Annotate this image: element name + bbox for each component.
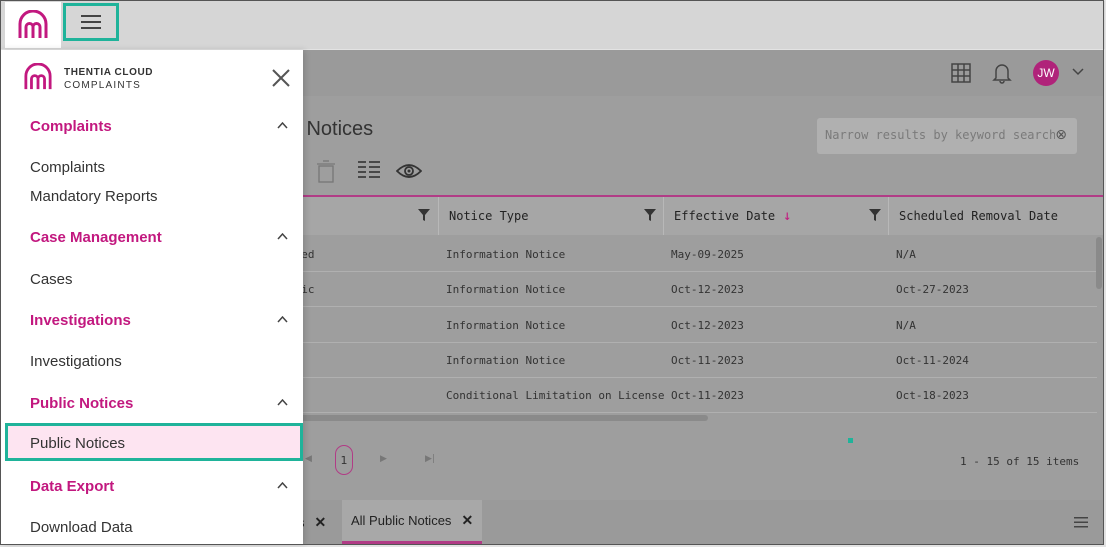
brand-product: COMPLAINTS <box>64 80 142 91</box>
clear-search-icon[interactable]: ⊗ <box>1055 127 1067 143</box>
close-tab-icon[interactable]: ✕ <box>461 512 473 529</box>
table-row[interactable]: Information Notice Oct-12-2023 N/A <box>212 308 1097 343</box>
cell-notice-type: Information Notice <box>446 283 566 296</box>
chevron-up-icon[interactable] <box>277 316 288 323</box>
table-row[interactable]: Information Notice Oct-11-2023 Oct-11-20… <box>212 343 1097 378</box>
column-label: Effective Date <box>674 209 776 223</box>
column-header-notice-type[interactable]: Notice Type <box>438 197 663 235</box>
column-label: Scheduled Removal Date <box>899 209 1058 223</box>
cell-removal-date: Oct-18-2023 <box>896 389 969 402</box>
thentia-logo-icon <box>18 10 48 38</box>
nav-item-complaints[interactable]: Complaints <box>30 159 105 176</box>
close-tab-icon[interactable]: ✕ <box>315 514 327 531</box>
brand-name: THENTIA CLOUD <box>64 67 154 78</box>
prev-page-icon[interactable]: ◀ <box>305 454 312 464</box>
chevron-up-icon[interactable] <box>277 399 288 406</box>
top-bar <box>1 1 1105 49</box>
app-logo[interactable] <box>5 2 61 48</box>
bottom-tab-bar: s ✕ All Public Notices ✕ <box>212 500 1104 545</box>
nav-item-label: Public Notices <box>30 435 126 452</box>
cell-effective-date: Oct-12-2023 <box>671 319 744 332</box>
chevron-up-icon[interactable] <box>277 482 288 489</box>
nav-item-mandatory-reports[interactable]: Mandatory Reports <box>30 188 158 205</box>
search-input[interactable]: Narrow results by keyword search ⊗ <box>817 118 1077 154</box>
columns-icon[interactable] <box>358 160 380 180</box>
cell-notice-type: Information Notice <box>446 354 566 367</box>
trash-icon[interactable] <box>316 160 336 184</box>
nav-item-cases[interactable]: Cases <box>30 271 73 288</box>
thentia-logo-icon <box>24 63 52 90</box>
cell-notice-type: Conditional Limitation on License <box>446 389 665 402</box>
column-header-effective-date[interactable]: Effective Date ↓ <box>663 197 888 235</box>
tab-menu-icon[interactable] <box>1074 516 1088 528</box>
pager-info: 1 - 15 of 15 items <box>960 455 1080 468</box>
cell-removal-date: N/A <box>896 319 916 332</box>
page-button[interactable]: 1 <box>335 445 353 475</box>
search-placeholder: Narrow results by keyword search <box>825 128 1055 142</box>
cell-effective-date: May-09-2025 <box>671 248 744 261</box>
bell-icon[interactable] <box>992 62 1012 84</box>
nav-item-download-data[interactable]: Download Data <box>30 519 133 536</box>
cell-removal-date: Oct-11-2024 <box>896 354 969 367</box>
close-icon[interactable] <box>271 68 291 88</box>
filter-icon[interactable] <box>418 208 430 222</box>
filter-icon[interactable] <box>869 208 881 222</box>
nav-item-public-notices[interactable]: Public Notices <box>5 423 303 461</box>
column-header-removal-date[interactable]: Scheduled Removal Date <box>888 197 1104 235</box>
nav-section-data-export[interactable]: Data Export <box>30 478 114 495</box>
next-page-icon[interactable]: ▶ <box>380 454 387 464</box>
table-row[interactable]: Conditional Limitation on License Oct-11… <box>212 378 1097 413</box>
tab-all-public-notices[interactable]: All Public Notices ✕ <box>342 500 483 545</box>
table-row[interactable]: ised Information Notice May-09-2025 N/A <box>212 237 1097 272</box>
nav-section-complaints[interactable]: Complaints <box>30 118 112 135</box>
eye-icon[interactable] <box>396 162 422 180</box>
hamburger-menu-button[interactable] <box>63 3 119 41</box>
last-page-icon[interactable]: ▶| <box>425 454 435 464</box>
navigation-drawer: THENTIA CLOUD COMPLAINTS Complaints Comp… <box>1 50 303 545</box>
sort-desc-icon[interactable]: ↓ <box>783 208 791 224</box>
nav-section-case-management[interactable]: Case Management <box>30 229 162 246</box>
nav-section-public-notices[interactable]: Public Notices <box>30 395 133 412</box>
cell-effective-date: Oct-11-2023 <box>671 389 744 402</box>
cell-effective-date: Oct-11-2023 <box>671 354 744 367</box>
nav-section-investigations[interactable]: Investigations <box>30 312 131 329</box>
tab-label: All Public Notices <box>351 513 452 528</box>
grid-icon[interactable] <box>951 63 971 83</box>
cell-removal-date: Oct-27-2023 <box>896 283 969 296</box>
menu-icon <box>81 15 101 29</box>
cell-notice-type: Information Notice <box>446 248 566 261</box>
table-header: Notice Type Effective Date ↓ Scheduled R… <box>212 197 1104 235</box>
cell-notice-type: Information Notice <box>446 319 566 332</box>
cell-removal-date: N/A <box>896 248 916 261</box>
main-content: lic Notices Narrow results by keyword se… <box>212 96 1104 500</box>
table-row[interactable]: blic Information Notice Oct-12-2023 Oct-… <box>212 272 1097 307</box>
cell-effective-date: Oct-12-2023 <box>671 283 744 296</box>
vertical-scrollbar[interactable] <box>1096 237 1102 289</box>
column-label: Notice Type <box>449 209 529 223</box>
filter-icon[interactable] <box>644 208 656 222</box>
nav-item-investigations[interactable]: Investigations <box>30 353 122 370</box>
app-header: JW <box>212 50 1104 96</box>
chevron-up-icon[interactable] <box>277 122 288 129</box>
indicator-dot <box>848 438 853 443</box>
user-avatar[interactable]: JW <box>1033 60 1059 86</box>
chevron-down-icon[interactable] <box>1072 68 1084 76</box>
chevron-up-icon[interactable] <box>277 233 288 240</box>
